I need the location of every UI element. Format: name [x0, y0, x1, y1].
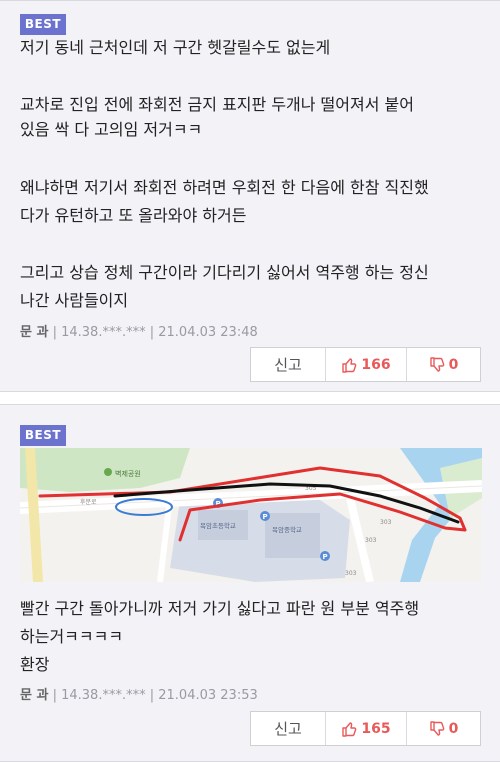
comment-meta: 문 과 | 14.38.***.*** | 21.04.03 23:48 — [20, 325, 258, 340]
park-label: 벽제공원 — [115, 469, 141, 478]
like-count: 166 — [361, 356, 391, 373]
road-label: 303 — [365, 537, 377, 544]
comment-text-line: 다가 유턴하고 또 올라와야 하거든 — [20, 206, 247, 225]
road-label: 303 — [345, 570, 357, 577]
report-button[interactable]: 신고 — [251, 712, 326, 745]
road-label: 303 — [380, 519, 392, 526]
comment-text-line: 왜냐하면 저기서 좌회전 하려면 우회전 한 다음에 한참 직진했 — [20, 178, 429, 197]
comment-text-line: 있음 싹 다 고의임 저거ㅋㅋ — [20, 120, 203, 139]
timestamp: 21.04.03 23:53 — [158, 688, 258, 703]
like-button[interactable]: 165 — [326, 712, 407, 745]
road-label: 후분로 — [80, 498, 97, 506]
thumbs-up-icon — [342, 357, 357, 373]
ip-address: 14.38.***.*** — [61, 688, 146, 703]
dislike-button[interactable]: 0 — [407, 348, 480, 381]
comment-text-line: 빨간 구간 돌아가니까 저거 가기 싫다고 파란 원 부분 역주행 — [20, 599, 420, 618]
map-drawing: 벽제공원 후분로 305 303 303 303 목암초등학교 목암중학교 P … — [20, 448, 482, 582]
comment-text-line: 하는거ㅋㅋㅋㅋ — [20, 627, 124, 646]
svg-text:P: P — [263, 513, 268, 521]
like-button[interactable]: 166 — [326, 348, 407, 381]
comment-text-line: 저기 동네 근처인데 저 구간 헷갈릴수도 없는게 — [20, 38, 331, 57]
parking-icon: P — [320, 551, 330, 561]
comment-text-line: 나간 사람들이지 — [20, 291, 129, 310]
comment-meta: 문 과 | 14.38.***.*** | 21.04.03 23:53 — [20, 688, 258, 703]
author-name[interactable]: 문 과 — [20, 688, 48, 703]
comment-text-line: 교차로 진입 전에 좌회전 금지 표지판 두개나 떨어져서 붙어 — [20, 95, 414, 114]
timestamp: 21.04.03 23:48 — [158, 325, 258, 340]
parking-icon: P — [260, 511, 270, 521]
dislike-count: 0 — [448, 720, 459, 737]
svg-text:P: P — [323, 553, 328, 561]
comment-actions: 신고 166 0 — [250, 347, 481, 382]
thumbs-down-icon — [429, 356, 444, 372]
dislike-count: 0 — [448, 356, 459, 373]
comment-text-line: 그리고 상습 정체 구간이라 기다리기 싫어서 역주행 하는 정신 — [20, 263, 429, 282]
thumbs-up-icon — [342, 721, 357, 737]
school-label: 목암초등학교 — [200, 521, 236, 530]
like-count: 165 — [361, 720, 391, 737]
thumbs-down-icon — [429, 720, 444, 736]
best-badge: BEST — [20, 14, 66, 35]
comment-text-line: 환장 — [20, 655, 50, 674]
map-image: 벽제공원 후분로 305 303 303 303 목암초등학교 목암중학교 P … — [20, 448, 482, 582]
dislike-button[interactable]: 0 — [407, 712, 480, 745]
best-badge: BEST — [20, 425, 66, 446]
ip-address: 14.38.***.*** — [61, 325, 146, 340]
comment-actions: 신고 165 0 — [250, 711, 481, 746]
author-name[interactable]: 문 과 — [20, 325, 48, 340]
school-label: 목암중학교 — [272, 525, 302, 534]
comment-card-1: BEST 저기 동네 근처인데 저 구간 헷갈릴수도 없는게 교차로 진입 전에… — [0, 0, 500, 392]
report-button[interactable]: 신고 — [251, 348, 326, 381]
school-zone — [170, 500, 350, 582]
